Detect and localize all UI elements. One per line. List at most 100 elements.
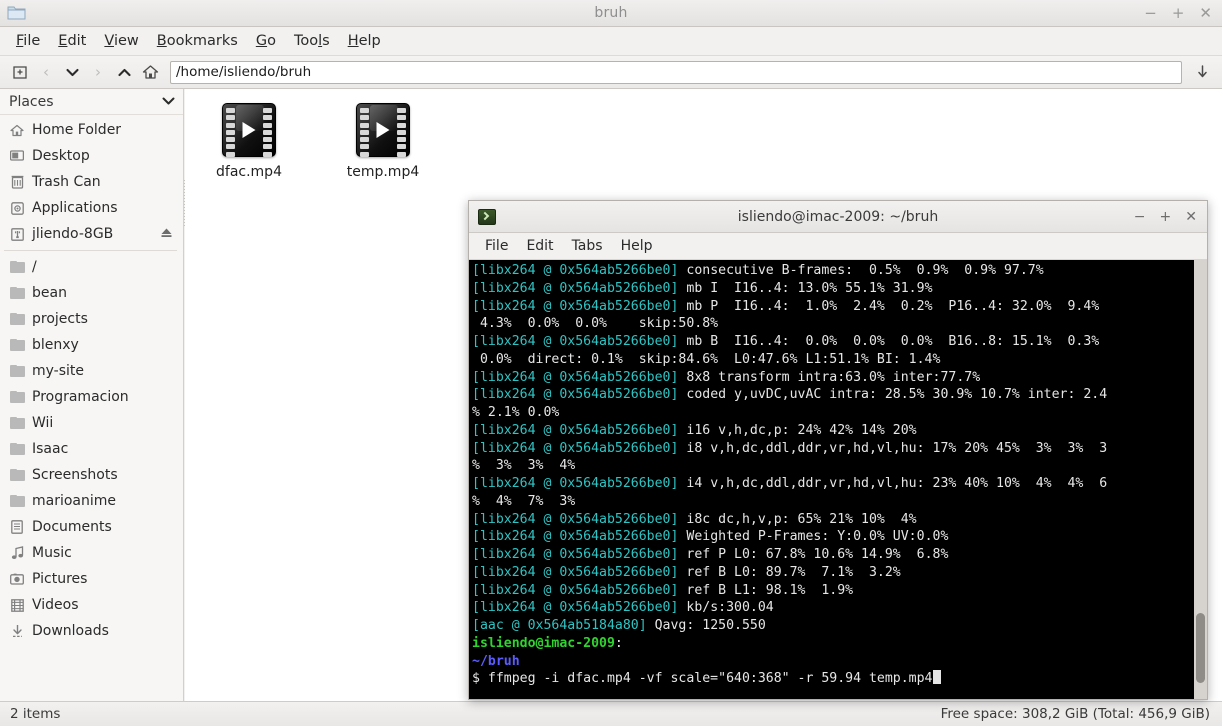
sidebar-item-label: Isaac [32, 441, 69, 457]
desktop-icon [9, 148, 25, 164]
terminal-line: [libx264 @ 0x564ab5266be0] i16 v,h,dc,p:… [472, 422, 917, 438]
file-manager-window-buttons: − + ✕ [1144, 0, 1212, 27]
back-icon[interactable]: ‹ [34, 60, 58, 84]
sidebar-item-projects[interactable]: projects [0, 306, 183, 332]
sidebar-item-my-site[interactable]: my-site [0, 358, 183, 384]
sidebar-item-root[interactable]: / [0, 254, 183, 280]
sidebar-item-blenxy[interactable]: blenxy [0, 332, 183, 358]
menu-bookmarks[interactable]: Bookmarks [149, 30, 246, 52]
menu-file[interactable]: File [8, 30, 48, 52]
eject-icon[interactable] [160, 227, 173, 241]
sidebar-item-pictures[interactable]: Pictures [0, 566, 183, 592]
terminal-line: [libx264 @ 0x564ab5266be0] ref P L0: 67.… [472, 547, 949, 562]
log-prefix: [libx264 @ 0x564ab5266be0] [472, 298, 679, 314]
sidebar-item-home-folder[interactable]: Home Folder [0, 117, 183, 143]
sidebar-item-label: Videos [32, 597, 79, 613]
log-prefix: [libx264 @ 0x564ab5266be0] [472, 369, 679, 385]
sidebar-item-videos[interactable]: Videos [0, 592, 183, 618]
folder-icon [9, 311, 25, 327]
file-manager-menubar: File Edit View Bookmarks Go Tools Help [0, 27, 1222, 56]
history-chevron-down-icon[interactable] [60, 60, 84, 84]
terminal-scrollbar[interactable] [1193, 260, 1207, 699]
sidebar-item-label: bean [32, 285, 67, 301]
terminal-line: 0.0% direct: 0.1% skip:84.6% L0:47.6% L1… [472, 351, 941, 367]
new-tab-icon[interactable] [8, 60, 32, 84]
sidebar-item-jliendo-8gb[interactable]: jliendo-8GB [0, 221, 183, 247]
trash-icon [9, 174, 25, 190]
scrollbar-thumb[interactable] [1196, 613, 1205, 683]
home-icon[interactable] [138, 60, 162, 84]
sidebar-item-label: Trash Can [32, 174, 101, 190]
log-prefix: [libx264 @ 0x564ab5266be0] [472, 511, 679, 527]
terminal-line: [libx264 @ 0x564ab5266be0] ref B L1: 98.… [472, 582, 854, 598]
sidebar-item-isaac[interactable]: Isaac [0, 436, 183, 462]
applications-icon [9, 200, 25, 216]
log-prefix: [libx264 @ 0x564ab5266be0] [472, 280, 679, 296]
sidebar-item-music[interactable]: Music [0, 540, 183, 566]
sidebar-item-screenshots[interactable]: Screenshots [0, 462, 183, 488]
terminal-command-line[interactable]: $ ffmpeg -i dfac.mp4 -vf scale="640:368"… [472, 670, 1193, 688]
minimize-button[interactable]: − [1134, 210, 1146, 224]
places-header[interactable]: Places [0, 89, 183, 115]
folder-icon [9, 441, 25, 457]
sidebar-item-applications[interactable]: Applications [0, 195, 183, 221]
sidebar-item-bean[interactable]: bean [0, 280, 183, 306]
path-input[interactable]: /home/isliendo/bruh [170, 60, 1182, 84]
terminal-prompt-line: isliendo@imac-2009: [472, 635, 623, 651]
forward-icon[interactable]: › [86, 60, 110, 84]
terminal-line: [libx264 @ 0x564ab5266be0] i4 v,h,dc,ddl… [472, 476, 1108, 491]
terminal-menu-edit[interactable]: Edit [518, 236, 561, 256]
sidebar-item-label: my-site [32, 363, 85, 379]
terminal-line: % 3% 3% 4% [472, 458, 576, 474]
log-prefix: [libx264 @ 0x564ab5266be0] [472, 476, 679, 491]
terminal-line: [libx264 @ 0x564ab5266be0] mb I I16..4: … [472, 280, 933, 296]
terminal-line: % 2.1% 0.0% [472, 405, 560, 420]
folder-icon [9, 389, 25, 405]
sidebar-item-trash-can[interactable]: Trash Can [0, 169, 183, 195]
minimize-button[interactable]: − [1144, 6, 1157, 21]
file-item-temp[interactable]: temp.mp4 [337, 103, 429, 180]
sidebar-item-documents[interactable]: Documents [0, 514, 183, 540]
free-space-label: Free space: 308,2 GiB (Total: 456,9 GiB) [940, 706, 1210, 722]
sidebar-item-desktop[interactable]: Desktop [0, 143, 183, 169]
close-button[interactable]: ✕ [1185, 210, 1197, 224]
menu-help[interactable]: Help [340, 30, 389, 52]
statusbar: 2 items Free space: 308,2 GiB (Total: 45… [0, 701, 1222, 726]
menu-go[interactable]: Go [248, 30, 284, 52]
terminal-menu-file[interactable]: File [477, 236, 516, 256]
terminal-line: 4.3% 0.0% 0.0% skip:50.8% [472, 316, 719, 332]
terminal-screen[interactable]: [libx264 @ 0x564ab5266be0] consecutive B… [469, 260, 1193, 699]
terminal-line: [libx264 @ 0x564ab5266be0] i8 v,h,dc,ddl… [472, 440, 1108, 456]
terminal-line: [libx264 @ 0x564ab5266be0] kb/s:300.04 [472, 600, 774, 616]
sidebar-item-label: Documents [32, 519, 112, 535]
places-list: Home Folder Desktop Trash Can Applicatio… [0, 115, 183, 644]
sidebar-item-programacion[interactable]: Programacion [0, 384, 183, 410]
maximize-button[interactable]: + [1172, 6, 1185, 21]
item-count-label: 2 items [10, 706, 61, 722]
chevron-down-icon[interactable] [162, 95, 175, 108]
terminal-menu-help[interactable]: Help [613, 236, 661, 256]
terminal-menu-tabs[interactable]: Tabs [564, 236, 611, 256]
menu-tools[interactable]: Tools [286, 30, 338, 52]
maximize-button[interactable]: + [1160, 210, 1172, 224]
pictures-icon [9, 571, 25, 587]
sidebar-item-label: Screenshots [32, 467, 118, 483]
sidebar-item-downloads[interactable]: Downloads [0, 618, 183, 644]
file-item-dfac[interactable]: dfac.mp4 [203, 103, 295, 180]
screen: bruh − + ✕ File Edit View Bookmarks Go T… [0, 0, 1222, 726]
sidebar-item-label: Applications [32, 200, 118, 216]
terminal-line: [libx264 @ 0x564ab5266be0] consecutive B… [472, 263, 1044, 278]
close-button[interactable]: ✕ [1199, 6, 1212, 21]
sidebar-item-marioanime[interactable]: marioanime [0, 488, 183, 514]
usb-drive-icon [9, 226, 25, 242]
go-arrow-icon[interactable] [1190, 60, 1214, 84]
sidebar-item-label: Home Folder [32, 122, 122, 138]
menu-view[interactable]: View [96, 30, 146, 52]
menu-edit[interactable]: Edit [50, 30, 94, 52]
sidebar-item-label: Pictures [32, 571, 88, 587]
sidebar-item-wii[interactable]: Wii [0, 410, 183, 436]
up-chevron-up-icon[interactable] [112, 60, 136, 84]
music-icon [9, 545, 25, 561]
file-icon-grid: dfac.mp4 temp.mp4 [185, 89, 1222, 180]
terminal-line: [libx264 @ 0x564ab5266be0] Weighted P-Fr… [472, 529, 949, 545]
